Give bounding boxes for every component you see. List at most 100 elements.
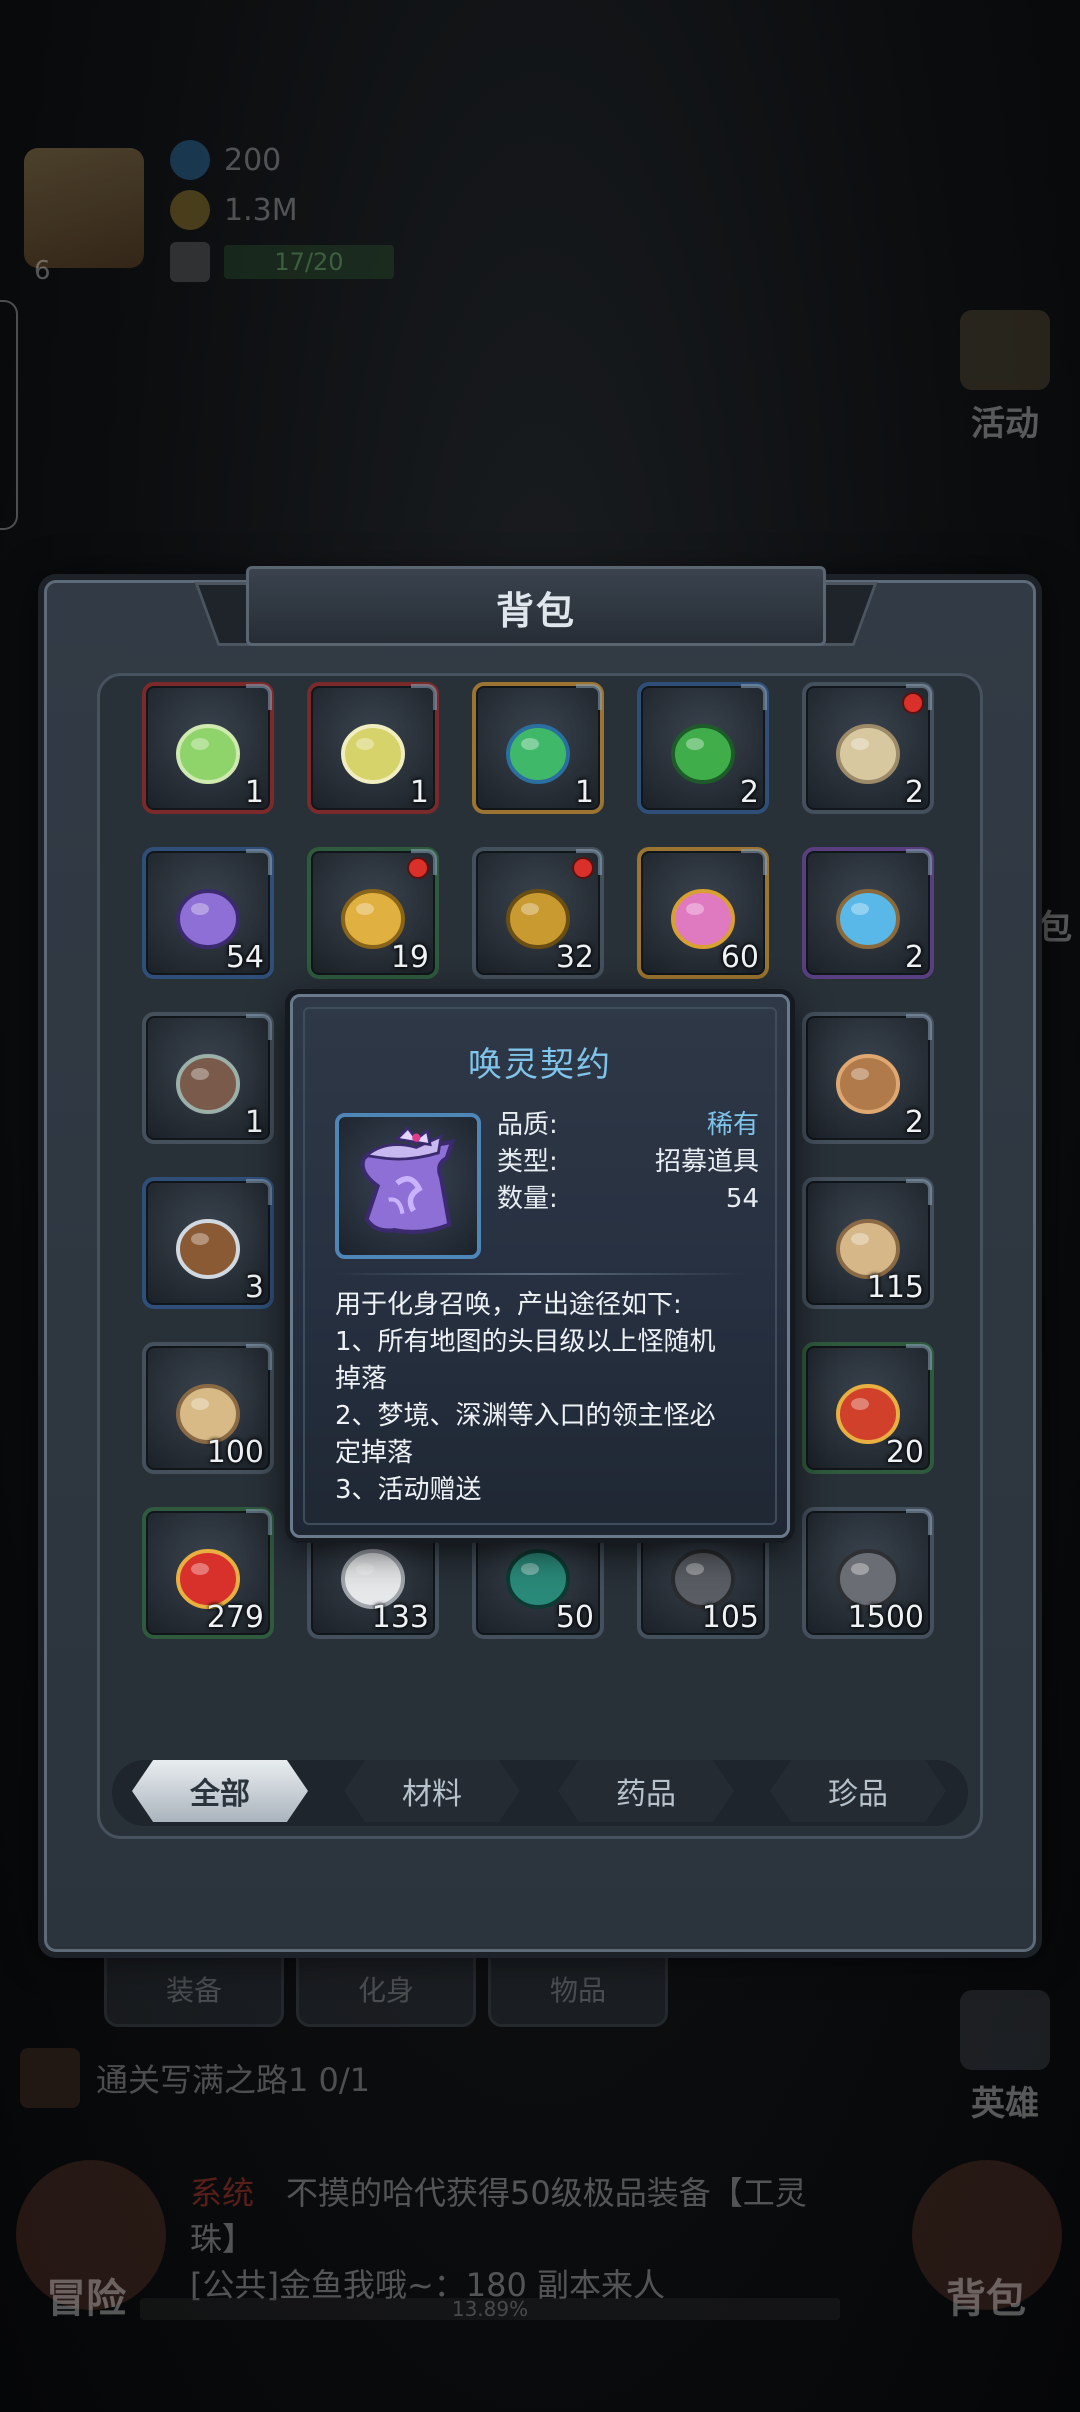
bottom-tab-avatar[interactable]: 化身: [296, 1955, 476, 2027]
description-line: 定掉落: [335, 1438, 414, 1468]
cross-icon: [836, 1054, 900, 1114]
chat-news-feed[interactable]: 系统 不摸的哈代获得50级极品装备【工灵 珠】 [公共]金鱼我哦~：180 副本…: [190, 2170, 850, 2308]
slot-corner-ornament: [246, 1344, 272, 1370]
slot-corner-ornament: [576, 684, 602, 710]
item-count: 133: [371, 1600, 429, 1635]
bag-side-label: 包: [1038, 908, 1072, 948]
inventory-slot[interactable]: 1500: [802, 1507, 934, 1639]
slot-corner-ornament: [246, 1179, 272, 1205]
quest-text: 通关写满之路1 0/1: [96, 2061, 371, 2099]
backpack-title: 背包: [495, 589, 576, 633]
slot-corner-ornament: [906, 1344, 932, 1370]
side-drawer-handle[interactable]: [0, 300, 18, 530]
bottom-tab-items[interactable]: 物品: [488, 1955, 668, 2027]
item-count: 1: [409, 775, 429, 810]
quality-row: 品质: 稀有: [497, 1107, 759, 1144]
slot-corner-ornament: [906, 1014, 932, 1040]
news-line-1: 不摸的哈代获得50级极品装备【工灵: [286, 2174, 807, 2212]
news-line-2: 珠】: [190, 2220, 255, 2258]
item-count: 2: [904, 775, 924, 810]
inventory-slot[interactable]: 54: [142, 847, 274, 979]
item-count: 105: [701, 1600, 759, 1635]
inventory-slot[interactable]: 1: [142, 682, 274, 814]
slot-corner-ornament: [906, 849, 932, 875]
game-screen: 6 200 1.3M 17/20 活动 包 装备 化身 物品 通关写满之路1 0…: [0, 0, 1080, 2412]
gold-counter: 1.3M: [170, 190, 298, 230]
amount-value: 54: [725, 1184, 759, 1214]
type-value: 招募道具: [654, 1147, 759, 1177]
inventory-slot[interactable]: 19: [307, 847, 439, 979]
inventory-slot[interactable]: 100: [142, 1342, 274, 1474]
item-count: 1: [574, 775, 594, 810]
inventory-slot[interactable]: 2: [637, 682, 769, 814]
tab-treasures[interactable]: 珍品: [770, 1760, 946, 1822]
stamina-icon: [170, 242, 210, 282]
inventory-slot[interactable]: 20: [802, 1342, 934, 1474]
stamina-bar: 17/20: [224, 245, 394, 279]
inventory-slot[interactable]: 32: [472, 847, 604, 979]
backpack-button[interactable]: 背包: [946, 2266, 1026, 2324]
item-count: 20: [885, 1435, 924, 1470]
player-avatar[interactable]: [24, 148, 144, 268]
new-item-badge: [407, 857, 429, 879]
item-tooltip[interactable]: 唤灵契约 品质: 稀有 类型: 招募道具 数量: 54 用于化身召唤，产出途径如…: [290, 994, 790, 1538]
inventory-slot[interactable]: 1: [142, 1012, 274, 1144]
slot-corner-ornament: [246, 1014, 272, 1040]
new-item-badge: [572, 857, 594, 879]
item-count: 1500: [847, 1600, 924, 1635]
slot-corner-ornament: [741, 849, 767, 875]
amount-row: 数量: 54: [497, 1181, 759, 1218]
item-count: 2: [739, 775, 759, 810]
item-properties: 品质: 稀有 类型: 招募道具 数量: 54: [497, 1107, 759, 1218]
item-name: 唤灵契约: [468, 1045, 612, 1085]
slot-corner-ornament: [246, 849, 272, 875]
type-label: 类型:: [497, 1147, 558, 1177]
tab-materials[interactable]: 材料: [344, 1760, 520, 1822]
hero-label: 英雄: [971, 2084, 1039, 2124]
item-count: 54: [225, 940, 264, 975]
news-prefix: 系统: [190, 2174, 255, 2212]
quality-value: 稀有: [706, 1110, 759, 1140]
slot-corner-ornament: [906, 1509, 932, 1535]
summon-contract-icon: [335, 1113, 481, 1259]
slot-corner-ornament: [906, 1179, 932, 1205]
item-count: 100: [206, 1435, 264, 1470]
item-count: 2: [904, 940, 924, 975]
quest-tracker[interactable]: 通关写满之路1 0/1: [20, 2048, 370, 2108]
activity-label: 活动: [971, 404, 1039, 444]
tab-potions[interactable]: 药品: [558, 1760, 734, 1822]
backpack-title-banner: 背包: [194, 566, 878, 662]
winged-boot-icon: [176, 1219, 240, 1279]
item-count: 279: [206, 1600, 264, 1635]
item-count: 3: [244, 1270, 264, 1305]
inventory-slot[interactable]: 1: [472, 682, 604, 814]
inventory-slot[interactable]: 2: [802, 847, 934, 979]
experience-bar: 13.89%: [140, 2298, 840, 2320]
inventory-slot[interactable]: 3: [142, 1177, 274, 1309]
emblem-icon: [176, 1054, 240, 1114]
inventory-slot[interactable]: 2: [802, 682, 934, 814]
inventory-slot[interactable]: 60: [637, 847, 769, 979]
activity-button[interactable]: 活动: [950, 310, 1060, 445]
potion-green-icon: [176, 724, 240, 784]
quality-label: 品质:: [497, 1110, 558, 1140]
description-line: 用于化身召唤，产出途径如下:: [335, 1290, 682, 1320]
item-count: 32: [555, 940, 594, 975]
hero-button[interactable]: 英雄: [950, 1990, 1060, 2125]
tab-all[interactable]: 全部: [132, 1760, 308, 1822]
tooltip-divider: [333, 1273, 747, 1275]
inventory-slot[interactable]: 1: [307, 682, 439, 814]
activity-icon: [960, 310, 1050, 390]
description-line: 2、梦境、深渊等入口的领主怪必: [335, 1401, 716, 1431]
description-line: 3、活动赠送: [335, 1475, 482, 1505]
inventory-slot[interactable]: 115: [802, 1177, 934, 1309]
type-row: 类型: 招募道具: [497, 1144, 759, 1181]
item-count: 1: [244, 775, 264, 810]
item-count: 2: [904, 1105, 924, 1140]
adventure-button[interactable]: 冒险: [46, 2266, 126, 2324]
inventory-slot[interactable]: 279: [142, 1507, 274, 1639]
item-count: 1: [244, 1105, 264, 1140]
bottom-tab-equip[interactable]: 装备: [104, 1955, 284, 2027]
inventory-slot[interactable]: 2: [802, 1012, 934, 1144]
potion-yellow-icon: [341, 724, 405, 784]
